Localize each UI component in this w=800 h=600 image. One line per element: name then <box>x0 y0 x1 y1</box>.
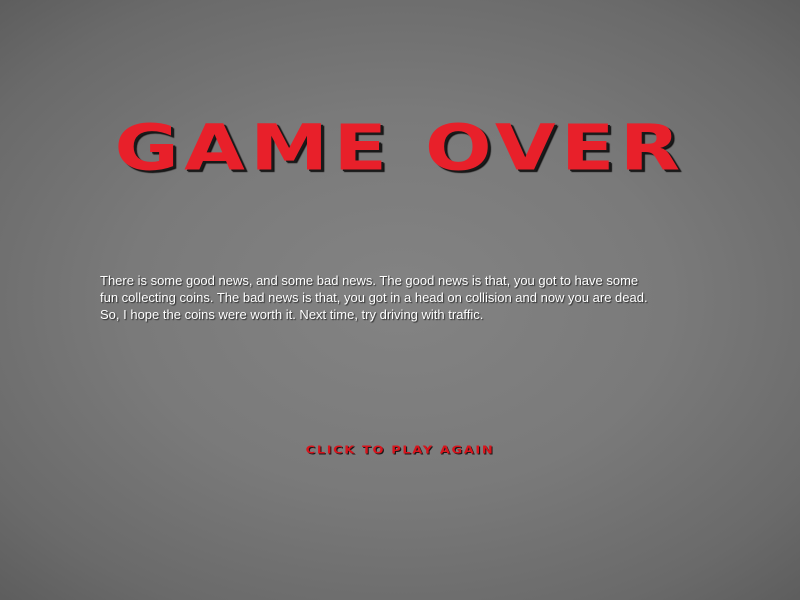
play-again-button[interactable]: CLICK TO PLAY AGAIN <box>238 441 562 459</box>
game-over-screen: GAME OVER There is some good news, and s… <box>0 0 800 600</box>
game-over-message: There is some good news, and some bad ne… <box>100 273 648 322</box>
game-over-title: GAME OVER <box>114 111 686 185</box>
